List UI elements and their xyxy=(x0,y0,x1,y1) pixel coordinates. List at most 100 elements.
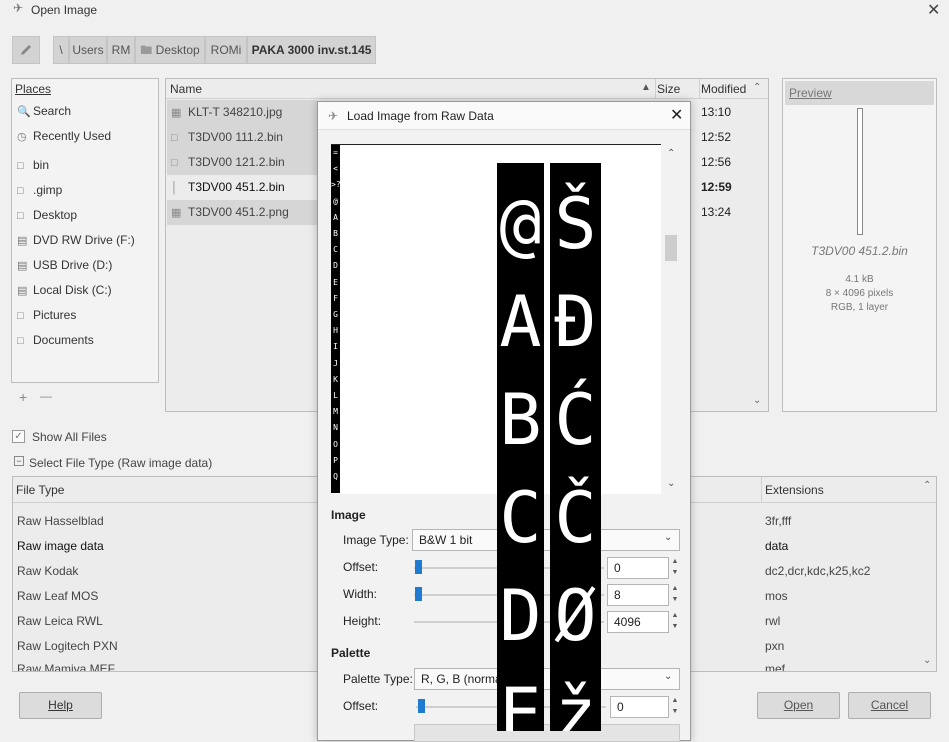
scroll-down-icon[interactable]: ⌄ xyxy=(923,655,931,666)
place-label: Local Disk (C:) xyxy=(33,283,112,297)
place-documents[interactable]: □ Documents xyxy=(17,328,94,353)
spin-down-icon[interactable]: ▼ xyxy=(670,568,680,578)
glyph-column-right: Š Đ Ć Č Ø ž xyxy=(550,163,601,731)
collapse-icon[interactable]: − xyxy=(14,456,24,466)
path-segment-desktop[interactable]: 🖿 Desktop xyxy=(135,36,205,64)
height-value: 4096 xyxy=(614,615,641,629)
open-button[interactable]: Open xyxy=(757,692,840,719)
file-row[interactable]: ▦ T3DV00 451.2.png xyxy=(167,200,317,225)
file-name: T3DV00 451.2.bin xyxy=(188,180,285,194)
palette-type-value: R, G, B (norma xyxy=(421,672,502,686)
palette-offset-handle[interactable] xyxy=(418,699,425,713)
place-local-disk[interactable]: ▤ Local Disk (C:) xyxy=(17,278,112,303)
scroll-down-icon[interactable]: ⌄ xyxy=(667,478,675,489)
path-segment-current[interactable]: PAKA 3000 inv.st.145 xyxy=(247,36,376,64)
path-segment[interactable]: Users xyxy=(69,36,107,64)
glyph: D xyxy=(499,575,542,657)
drive-icon: ▤ xyxy=(17,260,28,272)
help-button[interactable]: Help xyxy=(19,692,102,719)
file-row-selected[interactable]: │ T3DV00 451.2.bin xyxy=(167,175,317,200)
glyph: Š xyxy=(554,183,597,265)
preview-filename: T3DV00 451.2.bin xyxy=(811,244,908,258)
file-type-row[interactable]: Raw Logitech PXN xyxy=(17,639,118,653)
path-segment[interactable]: RM xyxy=(107,36,135,64)
file-type-row[interactable]: Raw Hasselblad xyxy=(17,514,104,528)
file-row[interactable]: □ T3DV00 111.2.bin xyxy=(167,125,317,150)
file-row[interactable]: □ T3DV00 121.2.bin xyxy=(167,150,317,175)
scroll-up-icon[interactable]: ⌃ xyxy=(923,480,931,491)
place-search[interactable]: 🔍 Search xyxy=(17,99,71,124)
file-name: T3DV00 111.2.bin xyxy=(188,130,283,144)
file-modified: 13:10 xyxy=(701,105,732,119)
file-type-row[interactable]: Raw Leaf MOS xyxy=(17,589,98,603)
width-input[interactable]: 8 xyxy=(607,584,669,606)
place-gimp[interactable]: □ .gimp xyxy=(17,178,62,203)
remove-place-button[interactable]: — xyxy=(40,389,52,403)
palette-offset-input[interactable]: 0 xyxy=(610,696,669,718)
spin-down-icon[interactable]: ▼ xyxy=(670,595,680,605)
image-file-icon: ▦ xyxy=(171,107,182,119)
col-size[interactable]: Size xyxy=(657,82,680,96)
file-type-row[interactable]: Raw Mamiya MEF xyxy=(17,662,115,671)
cancel-label: Cancel xyxy=(870,698,909,712)
width-label: Width: xyxy=(343,587,378,601)
place-dvd[interactable]: ▤ DVD RW Drive (F:) xyxy=(17,228,135,253)
select-file-type-expander[interactable]: Select File Type (Raw image data) xyxy=(29,456,212,470)
show-all-checkbox[interactable]: ✓ xyxy=(12,430,25,443)
glyph: E xyxy=(499,673,542,731)
place-label: .gimp xyxy=(33,183,63,197)
path-segment[interactable]: ROMi xyxy=(205,36,247,64)
offset-input[interactable]: 0 xyxy=(607,557,669,579)
glyph: B xyxy=(499,379,542,461)
place-label: Documents xyxy=(33,333,94,347)
scroll-up-icon[interactable]: ⌃ xyxy=(753,82,761,93)
spin-up-icon[interactable]: ▲ xyxy=(670,584,680,594)
palette-file-field[interactable] xyxy=(414,724,680,742)
col-file-type[interactable]: File Type xyxy=(16,483,64,497)
raw-preview xyxy=(331,144,661,494)
col-modified[interactable]: Modified xyxy=(701,82,746,96)
file-icon: □ xyxy=(171,157,178,169)
glyph: @ xyxy=(499,183,542,265)
dialog-close-icon[interactable]: ✕ xyxy=(670,105,683,125)
add-place-button[interactable]: + xyxy=(19,389,27,405)
file-type-row-selected[interactable]: Raw image data xyxy=(17,539,104,553)
col-name[interactable]: Name xyxy=(170,82,202,96)
show-all-label: Show All Files xyxy=(32,430,107,444)
file-type-ext: 3fr,fff xyxy=(765,514,792,528)
place-bin[interactable]: □ bin xyxy=(17,153,49,178)
spin-up-icon[interactable]: ▲ xyxy=(670,611,680,621)
place-recent[interactable]: ◷ Recently Used xyxy=(17,124,111,149)
file-type-row[interactable]: Raw Kodak xyxy=(17,564,78,578)
image-type-select[interactable]: B&W 1 bit xyxy=(412,529,680,551)
edit-path-button[interactable] xyxy=(12,36,40,64)
file-row[interactable]: ▦ KLT-T 348210.jpg xyxy=(167,100,317,125)
spin-up-icon[interactable]: ▲ xyxy=(670,557,680,567)
close-icon[interactable]: ✕ xyxy=(927,0,940,20)
spin-down-icon[interactable]: ▼ xyxy=(670,707,680,717)
spin-down-icon[interactable]: ▼ xyxy=(670,622,680,632)
place-desktop[interactable]: □ Desktop xyxy=(17,203,77,228)
file-type-ext: pxn xyxy=(765,639,785,653)
place-label: Pictures xyxy=(33,308,77,322)
col-extensions[interactable]: Extensions xyxy=(765,483,824,497)
palette-type-select[interactable]: R, G, B (norma xyxy=(414,668,680,690)
col-divider xyxy=(761,477,762,503)
place-pictures[interactable]: □ Pictures xyxy=(17,303,76,328)
cancel-button[interactable]: Cancel xyxy=(848,692,931,719)
glyph: Ć xyxy=(554,379,597,461)
width-slider-handle[interactable] xyxy=(415,587,422,601)
height-input[interactable]: 4096 xyxy=(607,611,669,633)
preview-header[interactable]: Preview xyxy=(789,86,832,100)
spin-up-icon[interactable]: ▲ xyxy=(670,696,680,706)
text-cursor-icon: │ xyxy=(171,182,178,194)
image-file-icon: ▦ xyxy=(171,207,182,219)
scroll-up-icon[interactable]: ⌃ xyxy=(667,148,675,159)
place-usb[interactable]: ▤ USB Drive (D:) xyxy=(17,253,112,278)
path-segment[interactable]: \ xyxy=(53,36,69,64)
file-type-row[interactable]: Raw Leica RWL xyxy=(17,614,103,628)
scroll-down-icon[interactable]: ⌄ xyxy=(753,395,761,406)
offset-slider-handle[interactable] xyxy=(415,560,422,574)
drive-icon: ▤ xyxy=(17,235,28,247)
preview-scrollbar-thumb[interactable] xyxy=(665,235,677,261)
